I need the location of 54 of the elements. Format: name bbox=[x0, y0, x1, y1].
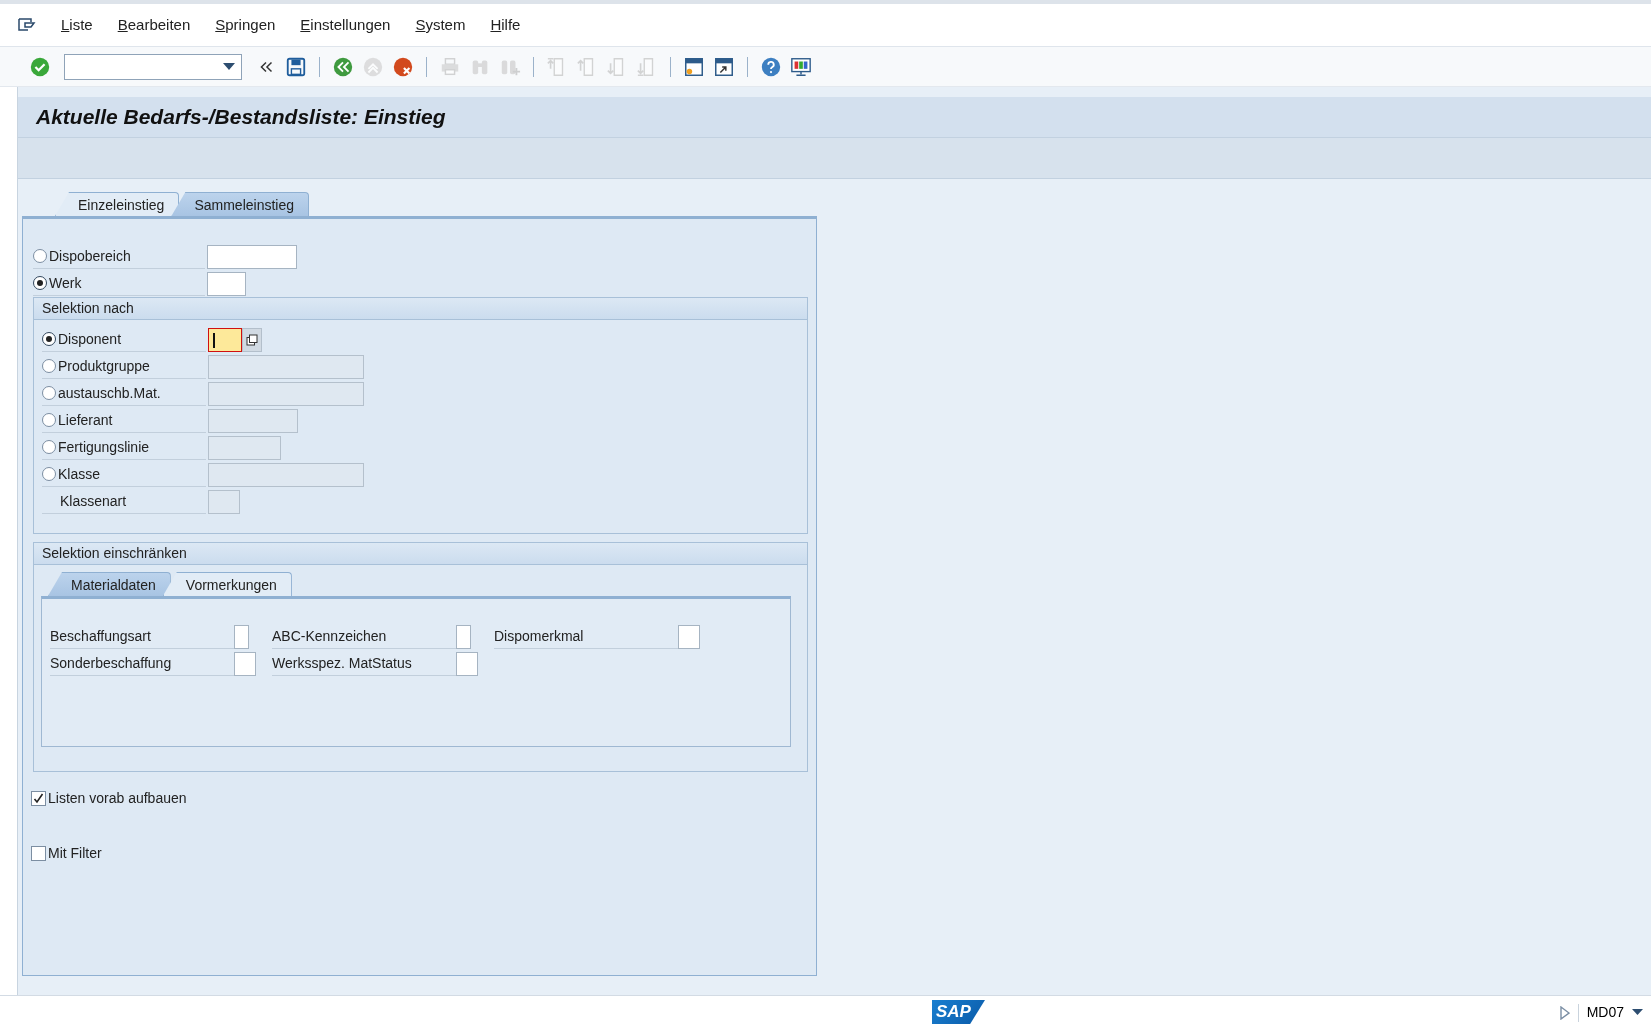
field-label: Klasse bbox=[58, 464, 101, 484]
checkbox[interactable] bbox=[31, 791, 46, 806]
field-label: austauschb.Mat. bbox=[58, 383, 161, 403]
menu-icon[interactable] bbox=[17, 17, 37, 33]
input-field[interactable] bbox=[234, 624, 249, 649]
shortcut-icon[interactable] bbox=[713, 55, 735, 78]
input-field[interactable] bbox=[208, 327, 242, 352]
help-icon[interactable] bbox=[760, 55, 782, 78]
input-field[interactable] bbox=[456, 624, 471, 649]
tab[interactable]: Materialdaten bbox=[48, 572, 171, 596]
play-icon[interactable] bbox=[1559, 1005, 1570, 1020]
cancel-icon[interactable] bbox=[392, 55, 414, 78]
menu-item[interactable]: Springen bbox=[215, 13, 276, 37]
input-field[interactable] bbox=[207, 271, 246, 296]
command-field[interactable] bbox=[64, 53, 242, 80]
input-field[interactable] bbox=[678, 624, 700, 649]
checkbox[interactable] bbox=[31, 846, 46, 861]
screen-title: Aktuelle Bedarfs-/Bestandsliste: Einstieg bbox=[36, 104, 446, 131]
input-field[interactable] bbox=[234, 651, 256, 676]
check-icon[interactable] bbox=[29, 55, 51, 78]
back-icon[interactable] bbox=[332, 55, 354, 78]
tab[interactable]: Einzeleinstieg bbox=[55, 192, 180, 216]
tab[interactable]: Vormerkungen bbox=[162, 572, 292, 596]
copy-icon bbox=[246, 333, 258, 346]
menu-item[interactable]: Einstellungen bbox=[300, 13, 391, 37]
menu-item[interactable]: Hilfe bbox=[490, 13, 521, 37]
caret-icon[interactable] bbox=[223, 62, 235, 71]
caret-icon bbox=[1632, 1009, 1643, 1016]
menu-item[interactable]: System bbox=[415, 13, 466, 37]
group-title: Selektion nach bbox=[42, 299, 134, 318]
field-label: Werk bbox=[49, 273, 82, 293]
radio-button[interactable] bbox=[42, 332, 56, 346]
value-help-button[interactable] bbox=[242, 327, 262, 352]
checkbox-label: Listen vorab aufbauen bbox=[48, 789, 187, 808]
tab[interactable]: Sammeleinstieg bbox=[171, 192, 309, 216]
radio-button[interactable] bbox=[33, 249, 47, 263]
field-label: Fertigungslinie bbox=[58, 437, 150, 457]
field-label: Dispobereich bbox=[49, 246, 131, 266]
logo: SAP bbox=[932, 1000, 985, 1024]
group-title: Selektion einschränken bbox=[42, 544, 187, 563]
transaction-dropdown[interactable]: MD07 bbox=[1586, 1002, 1643, 1023]
input-field[interactable] bbox=[456, 651, 478, 676]
field-label: Klassenart bbox=[60, 491, 127, 511]
save-icon[interactable] bbox=[285, 55, 307, 78]
menu-item[interactable]: Liste bbox=[61, 13, 93, 37]
new-window-icon[interactable] bbox=[683, 55, 705, 78]
field-label: Produktgruppe bbox=[58, 356, 150, 376]
radio-button[interactable] bbox=[33, 276, 47, 290]
menu-item[interactable]: Bearbeiten bbox=[117, 13, 191, 37]
monitor-icon[interactable] bbox=[790, 55, 812, 78]
field-label: Disponent bbox=[58, 329, 122, 349]
field-label: Lieferant bbox=[58, 410, 113, 430]
checkbox-label: Mit Filter bbox=[48, 844, 102, 863]
input-field[interactable] bbox=[207, 244, 297, 269]
